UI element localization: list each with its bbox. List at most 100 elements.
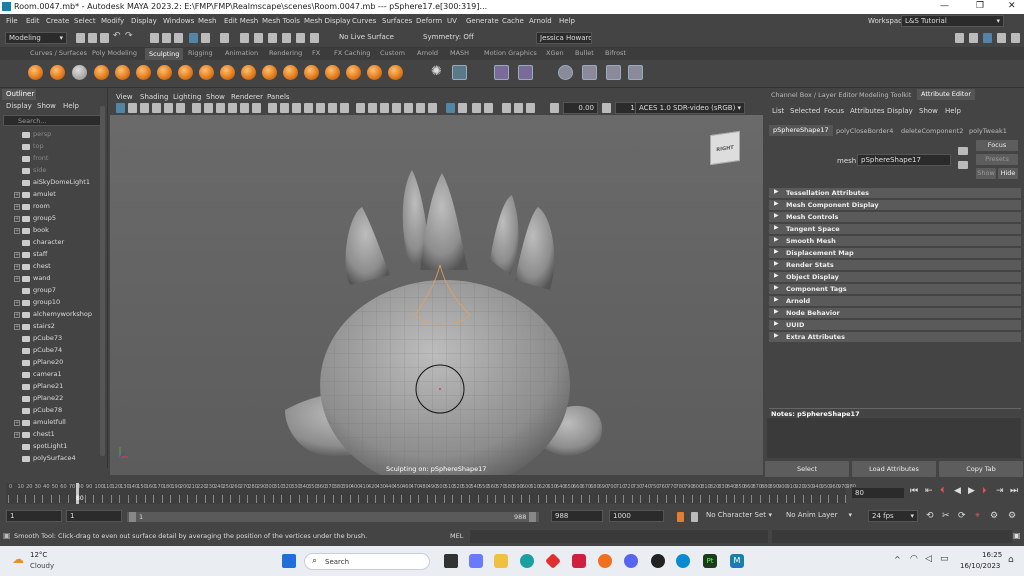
menu-edit[interactable]: Edit <box>26 17 40 25</box>
scrape-tool-icon[interactable] <box>262 65 277 80</box>
bookmark-icon[interactable] <box>140 103 149 113</box>
tab-modeling-toolkit[interactable]: Modeling Toolkit <box>859 91 911 99</box>
gamma-icon[interactable] <box>458 103 467 113</box>
mcafee-icon[interactable] <box>572 554 586 568</box>
menu-cache[interactable]: Cache <box>502 17 524 25</box>
clock-date[interactable]: 16/10/2023 <box>960 562 1000 570</box>
close-button[interactable]: ✕ <box>1008 1 1016 11</box>
viewport-settings-icon[interactable] <box>472 103 481 113</box>
spray-tool-icon[interactable] <box>178 65 193 80</box>
show-button[interactable]: Show <box>976 168 996 179</box>
expand-toggle-icon[interactable]: + <box>14 300 20 306</box>
field-chart-icon[interactable] <box>240 103 249 113</box>
knife-tool-icon[interactable] <box>304 65 319 80</box>
outliner-item[interactable]: character <box>0 237 100 249</box>
tab-channel-box[interactable]: Channel Box / Layer Editor <box>771 91 858 99</box>
default-material-icon[interactable] <box>292 103 301 113</box>
sculpt-tool-icon[interactable] <box>28 65 43 80</box>
menu-mesh-display[interactable]: Mesh Display <box>304 17 350 25</box>
flatten-tool-icon[interactable] <box>136 65 151 80</box>
hide-button[interactable]: Hide <box>998 168 1018 179</box>
mask-tool-icon[interactable]: ✺ <box>431 65 446 80</box>
wireframe-on-shaded-icon[interactable] <box>304 103 313 113</box>
menu-curves[interactable]: Curves <box>352 17 376 25</box>
pinch-tool-icon[interactable] <box>115 65 130 80</box>
foamy-tool-icon[interactable] <box>157 65 172 80</box>
expand-toggle-icon[interactable]: + <box>14 276 20 282</box>
smooth-tool-icon[interactable] <box>50 65 65 80</box>
outliner-search-input[interactable]: Search... <box>3 115 105 126</box>
motion-blur-icon[interactable] <box>368 103 377 113</box>
maximize-button[interactable]: ❐ <box>976 1 984 11</box>
task-view-icon[interactable] <box>444 554 458 568</box>
mel-label[interactable]: MEL <box>450 532 463 540</box>
stamp-icon[interactable] <box>582 65 597 80</box>
ae-section-header[interactable]: ▶ Displacement Map <box>769 248 1021 258</box>
menu-help[interactable]: Help <box>559 17 575 25</box>
outliner-item[interactable]: pCube74 <box>0 345 100 357</box>
wifi-app-icon[interactable] <box>676 554 690 568</box>
3d-viewport[interactable]: RIGHT Sculpting on: pSphereShape17 <box>110 115 763 475</box>
loop-icon[interactable]: ⟲ <box>926 511 934 521</box>
anim-layer-select[interactable]: No Anim Layer ▾ <box>783 510 855 522</box>
menu-generate[interactable]: Generate <box>466 17 499 25</box>
ae-menu-help[interactable]: Help <box>945 107 961 115</box>
teams-chat-icon[interactable] <box>469 554 483 568</box>
grab-tool-icon[interactable] <box>94 65 109 80</box>
outliner-item[interactable]: + chest <box>0 261 100 273</box>
file-explorer-icon[interactable] <box>494 554 508 568</box>
shelf-tab-fx-caching[interactable]: FX Caching <box>334 49 371 57</box>
expand-toggle-icon[interactable]: + <box>14 420 20 426</box>
camera-attributes-icon[interactable] <box>128 103 137 113</box>
select-button[interactable]: Select <box>765 461 849 477</box>
select-hierarchy-icon[interactable] <box>150 33 159 43</box>
menu-display[interactable]: Display <box>131 17 157 25</box>
playback-end-field[interactable]: 988 <box>551 510 603 522</box>
ae-menu-display[interactable]: Display <box>887 107 913 115</box>
menuset-select[interactable]: Modeling ▾ <box>5 32 67 44</box>
grease-pencil-icon[interactable] <box>176 103 185 113</box>
command-input[interactable] <box>470 530 768 543</box>
outliner-scrollbar[interactable] <box>100 106 105 456</box>
expand-toggle-icon[interactable]: + <box>14 252 20 258</box>
expand-toggle-icon[interactable]: + <box>14 324 20 330</box>
range-slider-start-handle[interactable] <box>129 512 136 522</box>
ae-menu-list[interactable]: List <box>772 107 784 115</box>
range-slider-end-handle[interactable] <box>529 512 536 522</box>
mesh-mirror-icon[interactable] <box>606 65 621 80</box>
outliner-item[interactable]: front <box>0 153 100 165</box>
viewport-menu-view[interactable]: View <box>116 93 133 101</box>
lock-camera-icon[interactable] <box>514 103 523 113</box>
relax-tool-icon[interactable] <box>72 65 87 80</box>
layout-toggle-icon[interactable] <box>983 33 992 43</box>
shelf-tab-motion-graphics[interactable]: Motion Graphics <box>484 49 537 57</box>
outliner-item[interactable]: + staff <box>0 249 100 261</box>
smear-tool-icon[interactable] <box>325 65 340 80</box>
smooth-shade-icon[interactable] <box>280 103 289 113</box>
playback-speed-icon[interactable]: ⌖ <box>975 511 980 521</box>
exposure-toggle-icon[interactable] <box>550 103 559 113</box>
shelf-tab-arnold[interactable]: Arnold <box>417 49 438 57</box>
focus-button[interactable]: Focus <box>976 140 1018 151</box>
expand-toggle-icon[interactable]: + <box>14 228 20 234</box>
menu-windows[interactable]: Windows <box>163 17 194 25</box>
weather-icon[interactable]: ☁ <box>12 552 24 566</box>
viewport-menu-show[interactable]: Show <box>206 93 225 101</box>
outliner-item[interactable]: persp <box>0 129 100 141</box>
ae-section-header[interactable]: ▶ Component Tags <box>769 284 1021 294</box>
outliner-item[interactable]: + wand <box>0 273 100 285</box>
new-scene-icon[interactable] <box>76 33 85 43</box>
select-mode-icon[interactable] <box>189 33 198 43</box>
blend-shape-icon[interactable] <box>494 65 509 80</box>
outliner-item[interactable]: top <box>0 141 100 153</box>
snap-grid-icon[interactable] <box>240 33 249 43</box>
safe-action-icon[interactable] <box>252 103 261 113</box>
xray-joints-icon[interactable] <box>428 103 437 113</box>
play-backward-icon[interactable]: ◀ <box>954 486 961 496</box>
imprint-tool-icon[interactable] <box>220 65 235 80</box>
snap-surface-icon[interactable] <box>296 33 305 43</box>
gate-mask-icon[interactable] <box>228 103 237 113</box>
expand-toggle-icon[interactable]: + <box>14 432 20 438</box>
current-frame-field[interactable]: 80 <box>851 487 905 499</box>
menu-file[interactable]: File <box>6 17 18 25</box>
